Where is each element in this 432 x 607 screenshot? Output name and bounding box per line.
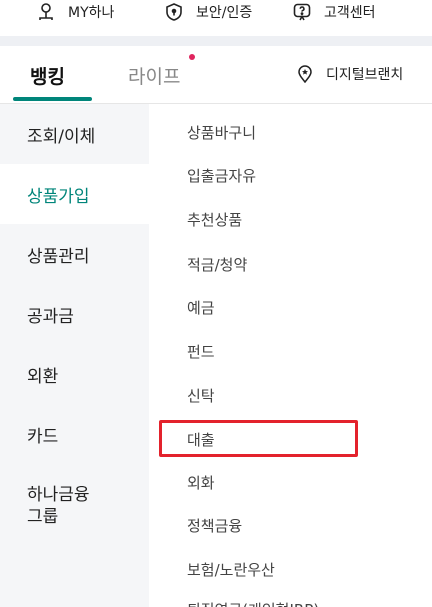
security-label: 보안/인증 [196,5,253,21]
category-hana-financial-group[interactable]: 하나금융 그룹 [0,474,149,544]
submenu-foreign-currency[interactable]: 외화 [187,472,215,493]
person-icon [39,3,53,20]
tab-banking[interactable]: 뱅킹 [30,62,65,89]
active-tab-indicator [13,97,92,101]
category-inquiry-transfer[interactable]: 조회/이체 [0,104,149,164]
my-hana-label: MY하나 [68,5,115,21]
submenu-deposit[interactable]: 예금 [187,297,215,318]
submenu-policy-finance[interactable]: 정책금융 [187,515,242,536]
shield-icon [166,3,182,21]
submenu-trust[interactable]: 신탁 [187,385,215,406]
submenu-savings-subscription[interactable]: 적금/청약 [187,254,247,275]
category-product-signup[interactable]: 상품가입 [0,164,149,224]
new-badge-dot [189,54,195,60]
loan-highlight-box [159,420,358,457]
digital-branch-label: 디지털브랜치 [326,67,404,83]
tab-life[interactable]: 라이프 [128,62,180,89]
main-tabs: 뱅킹 라이프 디지털브랜치 [0,46,432,104]
customer-center-label: 고객센터 [324,5,376,21]
submenu-retirement-pension[interactable]: 퇴직연금(개인형IRP) [187,599,319,607]
category-menu: 조회/이체 상품가입 상품관리 공과금 외환 카드 하나금융 그룹 [0,104,149,607]
category-foreign-exchange[interactable]: 외환 [0,344,149,404]
submenu-list: 상품바구니 입출금자유 추천상품 적금/청약 예금 펀드 신탁 대출 외화 정책… [149,104,432,607]
my-hana-link[interactable]: MY하나 [36,0,114,24]
category-utility-bills[interactable]: 공과금 [0,284,149,344]
submenu-fund[interactable]: 펀드 [187,341,215,362]
section-divider [0,36,432,46]
submenu-insurance-yellow-umbrella[interactable]: 보험/노란우산 [187,559,275,580]
customer-center-link[interactable]: 고객센터 [292,0,376,24]
category-product-management[interactable]: 상품관리 [0,224,149,284]
chat-question-icon [293,3,311,21]
top-utility-bar: MY하나 보안/인증 고객센터 [0,0,432,36]
digital-branch-button[interactable]: 디지털브랜치 [296,64,403,84]
submenu-demand-deposit[interactable]: 입출금자유 [187,165,256,186]
submenu-recommended[interactable]: 추천상품 [187,209,242,230]
location-pin-star-icon [298,65,312,83]
category-card[interactable]: 카드 [0,404,149,464]
security-link[interactable]: 보안/인증 [164,0,252,24]
submenu-product-basket[interactable]: 상품바구니 [187,122,256,143]
